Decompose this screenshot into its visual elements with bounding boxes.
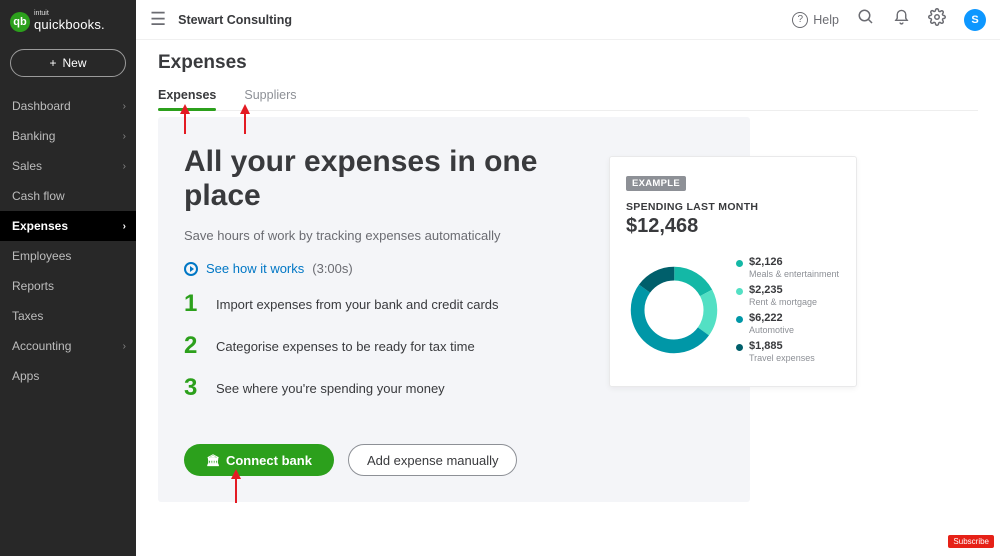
sidebar-item-cash-flow[interactable]: Cash flow bbox=[0, 181, 136, 211]
sidebar-item-label: Apps bbox=[12, 369, 39, 383]
bank-icon: 🏛 bbox=[206, 454, 220, 467]
example-badge: EXAMPLE bbox=[626, 176, 686, 191]
qb-logo-icon: qb bbox=[10, 12, 30, 32]
add-expense-manually-button[interactable]: Add expense manually bbox=[348, 444, 518, 476]
brand-label: quickbooks. bbox=[34, 17, 105, 32]
chevron-right-icon: › bbox=[123, 101, 126, 112]
help-icon: ? bbox=[792, 12, 808, 28]
menu-icon[interactable]: ☰ bbox=[150, 9, 166, 30]
legend-value: $2,126 bbox=[749, 256, 839, 269]
connect-bank-button[interactable]: 🏛 Connect bank bbox=[184, 444, 334, 476]
legend-item: $1,885Travel expenses bbox=[736, 340, 839, 364]
annotation-arrow-icon bbox=[180, 104, 190, 114]
sidebar-item-label: Banking bbox=[12, 129, 55, 143]
gear-icon[interactable] bbox=[928, 8, 946, 31]
chevron-right-icon: › bbox=[123, 221, 126, 232]
sidebar-item-accounting[interactable]: Accounting › bbox=[0, 331, 136, 361]
sidebar-item-label: Sales bbox=[12, 159, 42, 173]
sidebar-item-label: Taxes bbox=[12, 309, 43, 323]
donut-chart bbox=[626, 262, 722, 358]
sidebar-item-label: Dashboard bbox=[12, 99, 71, 113]
search-icon[interactable] bbox=[857, 8, 875, 31]
step-number: 2 bbox=[184, 332, 198, 360]
main-content: Expenses ExpensesSuppliers All your expe… bbox=[136, 40, 1000, 556]
sidebar-nav: Dashboard › Banking › Sales › Cash flow Expense… bbox=[0, 91, 136, 391]
legend-item: $6,222Automotive bbox=[736, 312, 839, 336]
sidebar-item-sales[interactable]: Sales › bbox=[0, 151, 136, 181]
sidebar-item-banking[interactable]: Banking › bbox=[0, 121, 136, 151]
legend-dot-icon bbox=[736, 288, 743, 295]
sidebar-item-apps[interactable]: Apps bbox=[0, 361, 136, 391]
sidebar-item-taxes[interactable]: Taxes bbox=[0, 301, 136, 331]
plus-icon: + bbox=[49, 56, 56, 70]
annotation-arrow-icon bbox=[184, 114, 186, 134]
avatar[interactable]: S bbox=[964, 9, 986, 31]
connect-bank-label: Connect bank bbox=[226, 453, 312, 468]
chevron-right-icon: › bbox=[123, 131, 126, 142]
tab-suppliers[interactable]: Suppliers bbox=[244, 88, 296, 110]
help-label: Help bbox=[813, 13, 839, 27]
chevron-right-icon: › bbox=[123, 161, 126, 172]
subscribe-button[interactable]: Subscribe bbox=[948, 535, 994, 548]
new-button[interactable]: + New bbox=[10, 49, 126, 77]
annotation-arrow-icon bbox=[231, 469, 241, 479]
legend-dot-icon bbox=[736, 344, 743, 351]
brand-parent-label: intuit bbox=[34, 10, 105, 17]
chevron-right-icon: › bbox=[123, 341, 126, 352]
sidebar-item-label: Employees bbox=[12, 249, 71, 263]
step-text: Import expenses from your bank and credi… bbox=[216, 297, 499, 312]
legend: $2,126Meals & entertainment $2,235Rent & … bbox=[736, 252, 839, 368]
hero-headline: All your expenses in one place bbox=[184, 145, 544, 212]
page-title: Expenses bbox=[158, 52, 978, 74]
legend-caption: Automotive bbox=[749, 325, 794, 336]
tabs: ExpensesSuppliers bbox=[158, 88, 978, 111]
video-duration: (3:00s) bbox=[312, 261, 352, 276]
annotation-arrow-icon bbox=[244, 114, 246, 134]
step-number: 3 bbox=[184, 374, 198, 402]
card-value: $12,468 bbox=[626, 215, 840, 238]
example-spending-card: EXAMPLE SPENDING LAST MONTH $12,468 $2,1… bbox=[609, 156, 857, 387]
play-icon[interactable] bbox=[184, 262, 198, 276]
new-button-label: New bbox=[63, 56, 87, 70]
legend-dot-icon bbox=[736, 260, 743, 267]
sidebar-item-label: Reports bbox=[12, 279, 54, 293]
sidebar: qb intuit quickbooks. + New Dashboard›Ba… bbox=[0, 0, 136, 556]
card-label: SPENDING LAST MONTH bbox=[626, 201, 840, 213]
legend-caption: Travel expenses bbox=[749, 353, 815, 364]
legend-caption: Rent & mortgage bbox=[749, 297, 817, 308]
bell-icon[interactable] bbox=[893, 9, 910, 31]
legend-item: $2,235Rent & mortgage bbox=[736, 284, 839, 308]
sidebar-item-dashboard[interactable]: Dashboard › bbox=[0, 91, 136, 121]
topbar: ☰ Stewart Consulting ? Help S bbox=[136, 0, 1000, 40]
sidebar-item-label: Cash flow bbox=[12, 189, 65, 203]
help-button[interactable]: ? Help bbox=[792, 12, 839, 28]
step-text: See where you're spending your money bbox=[216, 381, 445, 396]
legend-dot-icon bbox=[736, 316, 743, 323]
legend-value: $2,235 bbox=[749, 284, 817, 297]
logo: qb intuit quickbooks. bbox=[0, 0, 136, 43]
legend-item: $2,126Meals & entertainment bbox=[736, 256, 839, 280]
sidebar-item-label: Accounting bbox=[12, 339, 71, 353]
step-text: Categorise expenses to be ready for tax … bbox=[216, 339, 475, 354]
annotation-arrow-icon bbox=[235, 479, 237, 503]
legend-caption: Meals & entertainment bbox=[749, 269, 839, 280]
legend-value: $6,222 bbox=[749, 312, 794, 325]
sidebar-item-reports[interactable]: Reports bbox=[0, 271, 136, 301]
annotation-arrow-icon bbox=[240, 104, 250, 114]
legend-value: $1,885 bbox=[749, 340, 815, 353]
step-number: 1 bbox=[184, 290, 198, 318]
sidebar-item-employees[interactable]: Employees bbox=[0, 241, 136, 271]
sidebar-item-label: Expenses bbox=[12, 219, 68, 233]
company-name: Stewart Consulting bbox=[178, 13, 292, 27]
see-how-link[interactable]: See how it works bbox=[206, 261, 304, 276]
sidebar-item-expenses[interactable]: Expenses › bbox=[0, 211, 136, 241]
